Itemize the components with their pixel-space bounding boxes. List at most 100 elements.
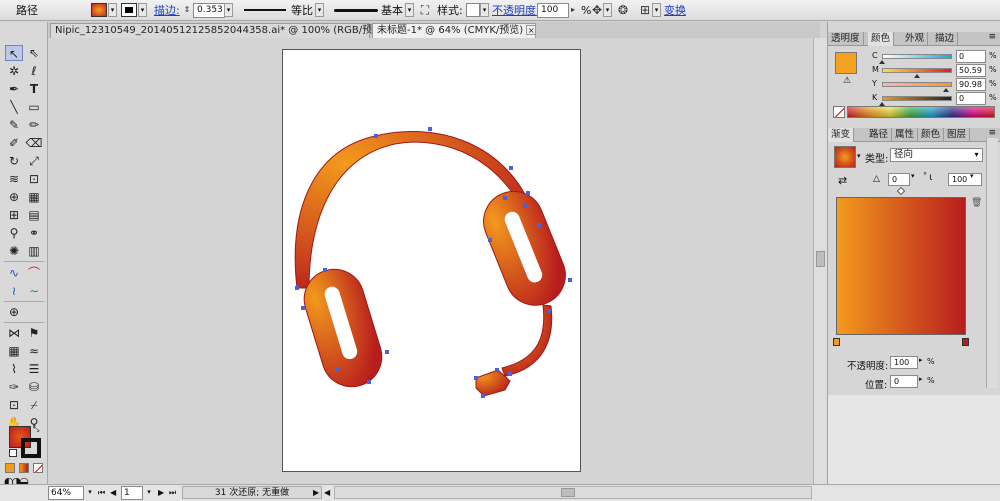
mesh-tool-icon[interactable]: ⊞ [5, 207, 23, 223]
column-graph-tool-icon[interactable]: ▥ [25, 243, 43, 259]
gradient-tool-icon[interactable]: ▤ [25, 207, 43, 223]
flag-tool-icon[interactable]: ⚑ [25, 325, 43, 341]
tab-transparency[interactable]: 透明度 [828, 32, 864, 46]
rectangle-tool-icon[interactable]: ▭ [25, 99, 43, 115]
arc-tool-icon[interactable]: ⌒ [25, 265, 43, 281]
twirl-tool-icon[interactable]: ≈ [25, 343, 43, 359]
default-colors-icon[interactable] [9, 449, 17, 457]
magenta-slider[interactable]: M 50.59 % [872, 64, 998, 78]
blend-tool-icon[interactable]: ⚭ [25, 225, 43, 241]
symbol-sprayer-tool-icon[interactable]: ✺ [5, 243, 23, 259]
horizontal-scroll-thumb[interactable] [561, 488, 575, 497]
recolor-dropdown[interactable]: ▾ [603, 3, 612, 17]
graphic-style-icon[interactable]: ⛶ [417, 2, 433, 18]
cyan-slider[interactable]: C 0 % [872, 50, 998, 64]
free-transform-tool-icon[interactable]: ⊡ [25, 171, 43, 187]
shape-builder-tool-icon[interactable]: ⊕ [5, 189, 23, 205]
panel-menu-icon[interactable]: ≡ [988, 128, 996, 138]
crosshair-tool-icon[interactable]: ⊕ [5, 304, 23, 320]
close-icon[interactable]: × [526, 25, 537, 35]
color-spectrum[interactable] [847, 106, 995, 118]
scrollbar-thumb[interactable] [816, 251, 825, 267]
pencil-tool-icon[interactable]: ✏ [25, 117, 43, 133]
artboard-tool-icon[interactable]: ⊡ [5, 397, 23, 413]
magic-wand-tool-icon[interactable]: ✲ [5, 63, 23, 79]
vertical-scrollbar[interactable] [813, 38, 827, 484]
aspect-dropdown[interactable]: ▾ [970, 172, 974, 180]
next-page-icon[interactable]: ▶ [158, 486, 164, 500]
eraser-tool-icon[interactable]: ⌫ [25, 135, 43, 151]
stop-opacity-field[interactable]: 100 [890, 356, 918, 369]
delete-stop-icon[interactable]: 🗑 [971, 198, 982, 208]
wave-tool-icon[interactable]: ∼ [25, 283, 43, 299]
aspect-ratio-field[interactable]: 100 [948, 173, 982, 186]
paintbrush-tool-icon[interactable]: ✎ [5, 117, 23, 133]
isolate-icon[interactable]: ❂ [615, 2, 631, 18]
envelope-tool-icon[interactable]: ⋈ [5, 325, 23, 341]
direct-selection-tool-icon[interactable]: ⇖ [25, 45, 43, 61]
lasso-tool-icon[interactable]: ℓ [25, 63, 43, 79]
location-dropdown[interactable]: ▸ [919, 375, 923, 383]
gradient-slider[interactable] [836, 197, 966, 335]
perspective-grid-tool-icon[interactable]: ▦ [25, 189, 43, 205]
horizontal-scrollbar[interactable] [334, 486, 812, 499]
tab-layers[interactable]: 图层 [944, 128, 971, 142]
stroke-swatch-icon[interactable] [121, 3, 137, 17]
tab-untitled-document[interactable]: 未标题-1* @ 64% (CMYK/预览) × [372, 23, 537, 38]
first-page-icon[interactable]: ⏮ [98, 486, 105, 500]
stroke-weight-dropdown[interactable]: ▾ [224, 3, 233, 17]
none-mode-icon[interactable] [33, 463, 43, 473]
style-dropdown[interactable]: ▾ [480, 3, 489, 17]
panel-menu-icon[interactable]: ≡ [988, 32, 996, 42]
gradient-preview-swatch[interactable] [834, 146, 856, 168]
tab-appearance[interactable]: 外观 [902, 32, 929, 46]
color-swatch[interactable] [835, 52, 857, 74]
tab-color[interactable]: 颜色 [868, 32, 895, 46]
slice-tool-icon[interactable]: ⌿ [25, 397, 43, 413]
color-mode-icon[interactable] [5, 463, 15, 473]
curve-tool-icon[interactable]: ∿ [5, 265, 23, 281]
gradient-stop-end[interactable] [962, 338, 969, 346]
last-page-icon[interactable]: ⏭ [169, 486, 176, 500]
fill-swatch-icon[interactable] [91, 3, 107, 17]
panel-scrollbar[interactable] [986, 138, 998, 388]
angle-field[interactable]: 0 [888, 173, 910, 186]
canvas-area[interactable] [48, 38, 813, 484]
selection-tool-icon[interactable]: ↖ [5, 45, 23, 61]
zoom-dropdown[interactable]: ▾ [85, 486, 95, 500]
tab-pathfinder[interactable]: 路径 [866, 128, 893, 142]
gradient-preset-dropdown[interactable]: ▾ [857, 152, 861, 160]
stepper-icon[interactable]: ⇕ [182, 2, 192, 18]
zigzag-tool-icon[interactable]: ≀ [5, 283, 23, 299]
artboard[interactable] [282, 49, 581, 472]
stroke-dropdown[interactable]: ▾ [138, 3, 147, 17]
reverse-gradient-icon[interactable]: ⇄ [838, 174, 847, 187]
stroke-profile-dropdown[interactable]: ▾ [315, 3, 324, 17]
angle-dropdown[interactable]: ▾ [911, 172, 915, 180]
align-dropdown[interactable]: ▾ [652, 3, 661, 17]
blob-brush-tool-icon[interactable]: ✐ [5, 135, 23, 151]
none-color-icon[interactable] [833, 106, 845, 118]
list-tool-icon[interactable]: ☰ [25, 361, 43, 377]
transform-link[interactable]: 变换 [664, 2, 686, 19]
opacity-link[interactable]: 不透明度: [492, 2, 540, 19]
black-slider[interactable]: K 0 % [872, 92, 998, 106]
eyedropper-tool-icon[interactable]: ⚲ [5, 225, 23, 241]
midpoint-diamond[interactable] [896, 186, 906, 196]
tab-attributes[interactable]: 属性 [892, 128, 919, 142]
fill-dropdown[interactable]: ▾ [108, 3, 117, 17]
headphone-artwork[interactable] [283, 50, 582, 473]
zoom-field[interactable]: 64% [48, 486, 84, 500]
stroke-weight-field[interactable]: 0.353 [193, 3, 225, 18]
align-icon[interactable]: ⊞ [637, 2, 653, 18]
eyedropper-icon[interactable]: ✑ [5, 379, 23, 395]
type-tool-icon[interactable]: T [25, 81, 43, 97]
stroke-link[interactable]: 描边: [154, 2, 180, 19]
chevron-down-icon[interactable]: ▾ [970, 148, 983, 162]
style-swatch[interactable] [466, 3, 480, 17]
grid-tool-icon[interactable]: ▦ [5, 343, 23, 359]
tab-color-2[interactable]: 颜色 [918, 128, 945, 142]
pen-tool-icon[interactable]: ✒ [5, 81, 23, 97]
swap-colors-icon[interactable]: ⤡ [33, 424, 39, 434]
opacity-dropdown[interactable]: ▸ [919, 356, 923, 364]
